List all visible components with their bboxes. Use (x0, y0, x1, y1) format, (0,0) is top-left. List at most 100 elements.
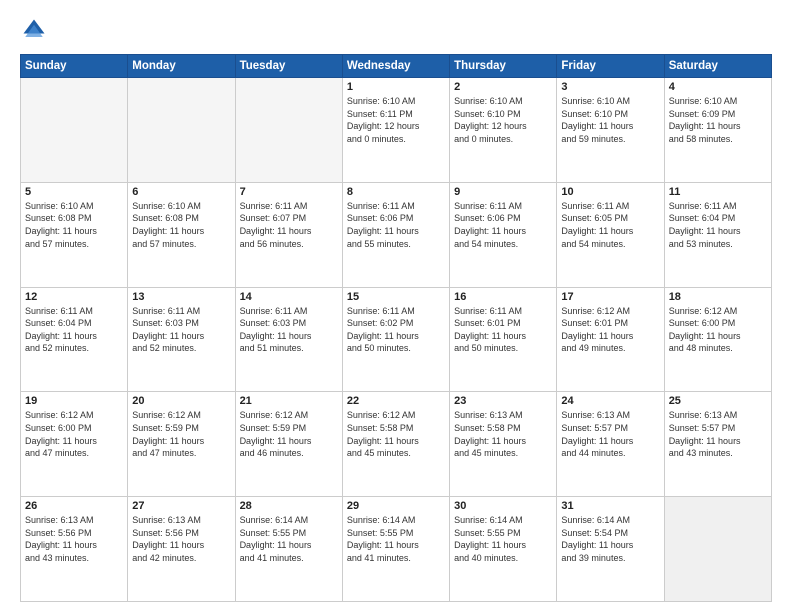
day-number: 15 (347, 291, 445, 303)
day-number: 7 (240, 186, 338, 198)
week-row-3: 19 Sunrise: 6:12 AMSunset: 6:00 PMDayligh… (21, 392, 772, 497)
calendar-cell: 31 Sunrise: 6:14 AMSunset: 5:54 PMDayligh… (557, 497, 664, 602)
calendar-cell: 24 Sunrise: 6:13 AMSunset: 5:57 PMDayligh… (557, 392, 664, 497)
calendar-cell: 2 Sunrise: 6:10 AMSunset: 6:10 PMDaylight… (450, 78, 557, 183)
weekday-header-friday: Friday (557, 55, 664, 78)
weekday-header-row: SundayMondayTuesdayWednesdayThursdayFrid… (21, 55, 772, 78)
calendar-cell: 15 Sunrise: 6:11 AMSunset: 6:02 PMDayligh… (342, 287, 449, 392)
calendar-cell: 16 Sunrise: 6:11 AMSunset: 6:01 PMDayligh… (450, 287, 557, 392)
calendar-cell: 7 Sunrise: 6:11 AMSunset: 6:07 PMDaylight… (235, 182, 342, 287)
calendar-cell: 8Sunrise: 6:11 AMSunset: 6:06 PMDaylight… (342, 182, 449, 287)
day-info: Sunrise: 6:11 AMSunset: 6:02 PMDaylight:… (347, 305, 445, 355)
day-number: 10 (561, 186, 659, 198)
calendar-cell: 25 Sunrise: 6:13 AMSunset: 5:57 PMDayligh… (664, 392, 771, 497)
calendar-cell: 18 Sunrise: 6:12 AMSunset: 6:00 PMDayligh… (664, 287, 771, 392)
day-number: 8 (347, 186, 445, 198)
weekday-header-tuesday: Tuesday (235, 55, 342, 78)
day-number: 4 (669, 81, 767, 93)
day-info: Sunrise: 6:14 AMSunset: 5:55 PMDaylight:… (454, 514, 552, 564)
calendar-cell: 12 Sunrise: 6:11 AMSunset: 6:04 PMDayligh… (21, 287, 128, 392)
day-number: 5 (25, 186, 123, 198)
day-info: Sunrise: 6:12 AMSunset: 6:01 PMDaylight:… (561, 305, 659, 355)
calendar-cell: 17 Sunrise: 6:12 AMSunset: 6:01 PMDayligh… (557, 287, 664, 392)
calendar-cell: 23Sunrise: 6:13 AMSunset: 5:58 PMDayligh… (450, 392, 557, 497)
day-number: 29 (347, 500, 445, 512)
day-number: 12 (25, 291, 123, 303)
day-info: Sunrise: 6:12 AMSunset: 6:00 PMDaylight:… (669, 305, 767, 355)
logo-icon (20, 16, 48, 44)
calendar-cell: 3 Sunrise: 6:10 AMSunset: 6:10 PMDaylight… (557, 78, 664, 183)
day-number: 24 (561, 395, 659, 407)
calendar-cell (21, 78, 128, 183)
day-info: Sunrise: 6:11 AMSunset: 6:01 PMDaylight:… (454, 305, 552, 355)
calendar-cell: 4Sunrise: 6:10 AMSunset: 6:09 PMDaylight… (664, 78, 771, 183)
calendar-cell: 22 Sunrise: 6:12 AMSunset: 5:58 PMDayligh… (342, 392, 449, 497)
day-info: Sunrise: 6:11 AMSunset: 6:06 PMDaylight:… (454, 200, 552, 250)
day-number: 20 (132, 395, 230, 407)
day-number: 28 (240, 500, 338, 512)
calendar-cell: 13 Sunrise: 6:11 AMSunset: 6:03 PMDayligh… (128, 287, 235, 392)
day-info: Sunrise: 6:10 AMSunset: 6:10 PMDaylight:… (561, 95, 659, 145)
week-row-0: 1 Sunrise: 6:10 AMSunset: 6:11 PMDaylight… (21, 78, 772, 183)
weekday-header-saturday: Saturday (664, 55, 771, 78)
day-info: Sunrise: 6:11 AMSunset: 6:05 PMDaylight:… (561, 200, 659, 250)
logo (20, 16, 52, 44)
day-number: 18 (669, 291, 767, 303)
day-number: 9 (454, 186, 552, 198)
calendar-cell: 21Sunrise: 6:12 AMSunset: 5:59 PMDayligh… (235, 392, 342, 497)
weekday-header-sunday: Sunday (21, 55, 128, 78)
day-number: 1 (347, 81, 445, 93)
week-row-2: 12 Sunrise: 6:11 AMSunset: 6:04 PMDayligh… (21, 287, 772, 392)
calendar-cell: 30 Sunrise: 6:14 AMSunset: 5:55 PMDayligh… (450, 497, 557, 602)
day-number: 14 (240, 291, 338, 303)
calendar-cell: 26 Sunrise: 6:13 AMSunset: 5:56 PMDayligh… (21, 497, 128, 602)
day-number: 13 (132, 291, 230, 303)
calendar-cell (128, 78, 235, 183)
day-number: 6 (132, 186, 230, 198)
day-number: 22 (347, 395, 445, 407)
calendar-cell: 1 Sunrise: 6:10 AMSunset: 6:11 PMDaylight… (342, 78, 449, 183)
header (20, 16, 772, 44)
day-info: Sunrise: 6:11 AMSunset: 6:03 PMDaylight:… (132, 305, 230, 355)
calendar-cell (235, 78, 342, 183)
weekday-header-wednesday: Wednesday (342, 55, 449, 78)
calendar-cell: 28 Sunrise: 6:14 AMSunset: 5:55 PMDayligh… (235, 497, 342, 602)
day-number: 16 (454, 291, 552, 303)
day-number: 31 (561, 500, 659, 512)
calendar-cell: 29Sunrise: 6:14 AMSunset: 5:55 PMDayligh… (342, 497, 449, 602)
calendar-cell: 11Sunrise: 6:11 AMSunset: 6:04 PMDayligh… (664, 182, 771, 287)
day-number: 23 (454, 395, 552, 407)
day-info: Sunrise: 6:11 AMSunset: 6:04 PMDaylight:… (25, 305, 123, 355)
calendar-cell (664, 497, 771, 602)
day-info: Sunrise: 6:12 AMSunset: 5:59 PMDaylight:… (132, 409, 230, 459)
day-info: Sunrise: 6:13 AMSunset: 5:57 PMDaylight:… (561, 409, 659, 459)
day-info: Sunrise: 6:11 AMSunset: 6:07 PMDaylight:… (240, 200, 338, 250)
day-number: 26 (25, 500, 123, 512)
day-info: Sunrise: 6:11 AMSunset: 6:04 PMDaylight:… (669, 200, 767, 250)
day-number: 17 (561, 291, 659, 303)
day-info: Sunrise: 6:12 AMSunset: 6:00 PMDaylight:… (25, 409, 123, 459)
day-info: Sunrise: 6:11 AMSunset: 6:03 PMDaylight:… (240, 305, 338, 355)
day-number: 3 (561, 81, 659, 93)
day-number: 30 (454, 500, 552, 512)
day-info: Sunrise: 6:13 AMSunset: 5:56 PMDaylight:… (25, 514, 123, 564)
day-info: Sunrise: 6:10 AMSunset: 6:08 PMDaylight:… (25, 200, 123, 250)
day-info: Sunrise: 6:13 AMSunset: 5:57 PMDaylight:… (669, 409, 767, 459)
day-info: Sunrise: 6:10 AMSunset: 6:08 PMDaylight:… (132, 200, 230, 250)
page: SundayMondayTuesdayWednesdayThursdayFrid… (0, 0, 792, 612)
weekday-header-monday: Monday (128, 55, 235, 78)
day-info: Sunrise: 6:10 AMSunset: 6:11 PMDaylight:… (347, 95, 445, 145)
day-number: 19 (25, 395, 123, 407)
day-info: Sunrise: 6:14 AMSunset: 5:54 PMDaylight:… (561, 514, 659, 564)
calendar-cell: 20 Sunrise: 6:12 AMSunset: 5:59 PMDayligh… (128, 392, 235, 497)
day-info: Sunrise: 6:12 AMSunset: 5:58 PMDaylight:… (347, 409, 445, 459)
day-info: Sunrise: 6:12 AMSunset: 5:59 PMDaylight:… (240, 409, 338, 459)
calendar-cell: 27Sunrise: 6:13 AMSunset: 5:56 PMDayligh… (128, 497, 235, 602)
day-number: 25 (669, 395, 767, 407)
weekday-header-thursday: Thursday (450, 55, 557, 78)
week-row-1: 5 Sunrise: 6:10 AMSunset: 6:08 PMDaylight… (21, 182, 772, 287)
day-number: 2 (454, 81, 552, 93)
day-info: Sunrise: 6:10 AMSunset: 6:10 PMDaylight:… (454, 95, 552, 145)
calendar-cell: 14 Sunrise: 6:11 AMSunset: 6:03 PMDayligh… (235, 287, 342, 392)
day-info: Sunrise: 6:14 AMSunset: 5:55 PMDaylight:… (240, 514, 338, 564)
